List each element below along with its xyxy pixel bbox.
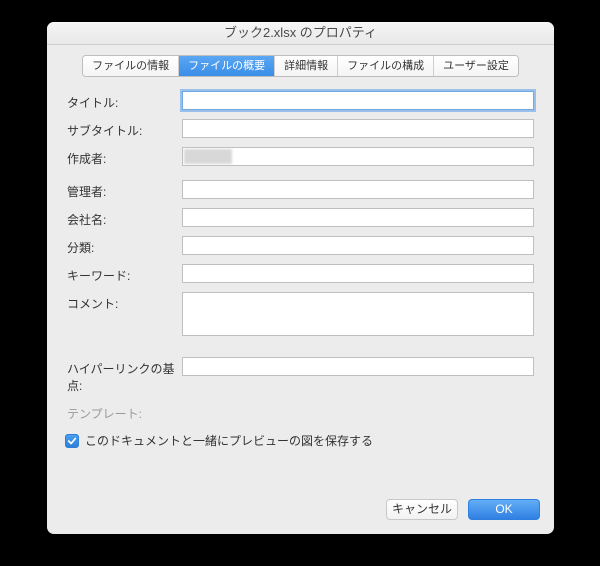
hyperlink-base-input[interactable] (182, 357, 534, 376)
tab-file-info[interactable]: ファイルの情報 (83, 56, 179, 76)
author-input[interactable] (182, 147, 534, 166)
tab-details[interactable]: 詳細情報 (275, 56, 338, 76)
dialog-body: ファイルの情報 ファイルの概要 詳細情報 ファイルの構成 ユーザー設定 タイトル… (47, 45, 554, 461)
summary-form: タイトル: サブタイトル: 作成者: 管理者: 会社名: (61, 91, 540, 449)
dialog-footer: キャンセル OK (386, 499, 540, 520)
keywords-input[interactable] (182, 264, 534, 283)
save-preview-checkbox[interactable] (65, 434, 79, 448)
title-input[interactable] (182, 91, 534, 110)
author-label: 作成者: (63, 147, 182, 167)
window-title: ブック2.xlsx のプロパティ (224, 25, 377, 40)
tab-file-structure[interactable]: ファイルの構成 (338, 56, 434, 76)
window-titlebar: ブック2.xlsx のプロパティ (47, 22, 554, 45)
subtitle-label: サブタイトル: (63, 119, 182, 139)
save-preview-label: このドキュメントと一緒にプレビューの図を保存する (85, 432, 373, 449)
title-label: タイトル: (63, 91, 182, 111)
author-blurred-text (184, 149, 232, 164)
comments-label: コメント: (63, 292, 182, 312)
check-icon (67, 436, 77, 446)
comments-textarea[interactable] (182, 292, 534, 336)
category-input[interactable] (182, 236, 534, 255)
template-label: テンプレート: (63, 402, 182, 422)
company-input[interactable] (182, 208, 534, 227)
company-label: 会社名: (63, 208, 182, 228)
hyperlink-base-label: ハイパーリンクの基点: (63, 357, 182, 394)
cancel-button[interactable]: キャンセル (386, 499, 458, 520)
keywords-label: キーワード: (63, 264, 182, 284)
tab-bar: ファイルの情報 ファイルの概要 詳細情報 ファイルの構成 ユーザー設定 (61, 55, 540, 77)
tab-user-settings[interactable]: ユーザー設定 (434, 56, 518, 76)
manager-input[interactable] (182, 180, 534, 199)
properties-dialog: ブック2.xlsx のプロパティ ファイルの情報 ファイルの概要 詳細情報 ファ… (47, 22, 554, 534)
tab-file-summary[interactable]: ファイルの概要 (179, 56, 275, 76)
ok-button[interactable]: OK (468, 499, 540, 520)
manager-label: 管理者: (63, 180, 182, 200)
subtitle-input[interactable] (182, 119, 534, 138)
category-label: 分類: (63, 236, 182, 256)
